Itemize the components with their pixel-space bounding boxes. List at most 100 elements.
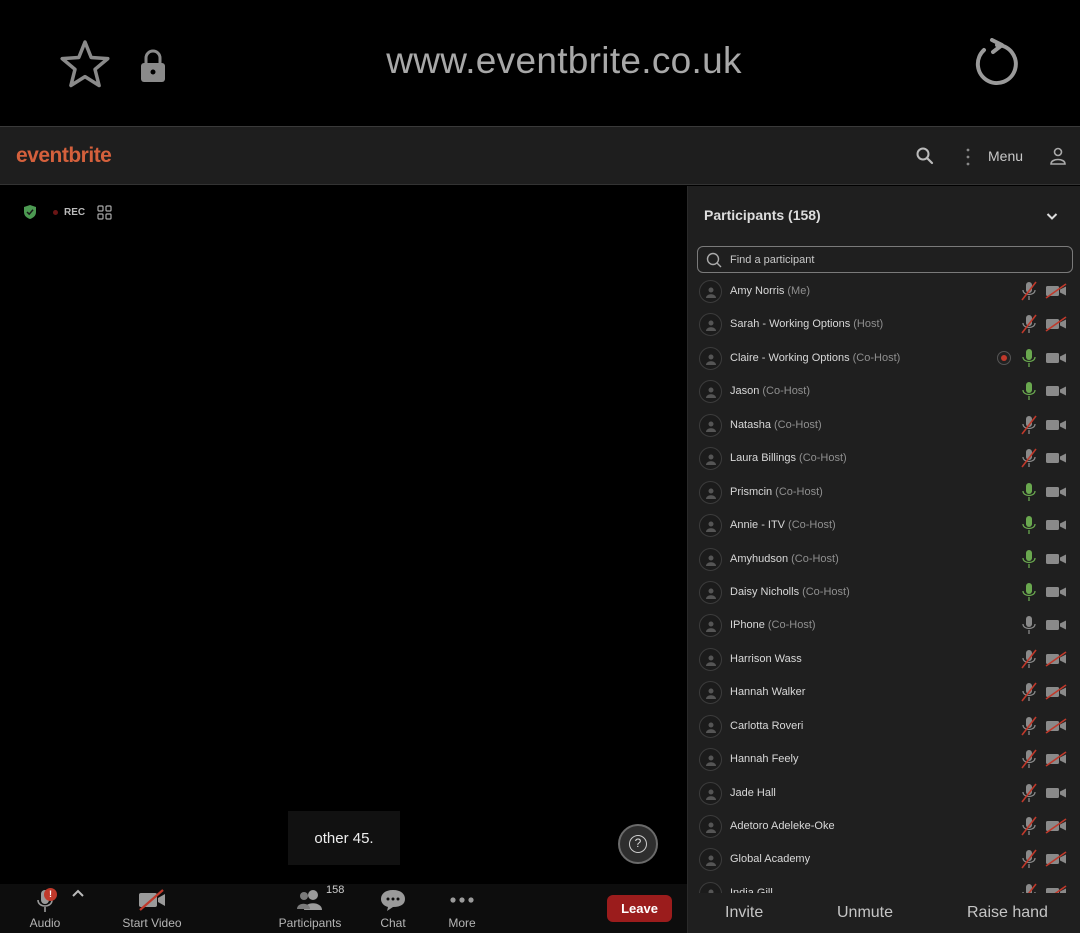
participant-row[interactable]: Jason (Co-Host) bbox=[688, 375, 1080, 408]
participant-row[interactable]: Sarah - Working Options (Host) bbox=[688, 308, 1080, 341]
participant-row[interactable]: India Gill bbox=[688, 877, 1080, 893]
participant-name-text: Jason bbox=[730, 385, 760, 398]
mic-muted-icon[interactable] bbox=[1020, 782, 1038, 804]
reload-icon[interactable] bbox=[970, 38, 1022, 90]
camera-icon[interactable] bbox=[1045, 551, 1067, 567]
camera-icon[interactable] bbox=[1045, 584, 1067, 600]
video-area: REC other 45. ? bbox=[0, 186, 687, 884]
microphone-icon[interactable] bbox=[1020, 548, 1038, 570]
camera-off-icon[interactable] bbox=[1045, 851, 1067, 868]
mic-muted-icon[interactable] bbox=[1020, 681, 1038, 703]
participant-row[interactable]: Prismcin (Co-Host) bbox=[688, 476, 1080, 509]
menu-button[interactable]: Menu bbox=[988, 148, 1023, 164]
mic-muted-icon[interactable] bbox=[1020, 748, 1038, 770]
participant-row[interactable]: Amy Norris (Me) bbox=[688, 275, 1080, 308]
camera-icon[interactable] bbox=[1045, 517, 1067, 533]
camera-icon[interactable] bbox=[1045, 484, 1067, 500]
avatar bbox=[699, 848, 722, 872]
participant-row[interactable]: Carlotta Roveri bbox=[688, 710, 1080, 743]
participant-row[interactable]: Laura Billings (Co-Host) bbox=[688, 442, 1080, 475]
participant-role: (Co-Host) bbox=[802, 585, 850, 598]
camera-off-icon[interactable] bbox=[1045, 316, 1067, 333]
camera-off-icon[interactable] bbox=[1045, 684, 1067, 700]
participant-role: (Co-Host) bbox=[775, 485, 823, 498]
url-text[interactable]: www.eventbrite.co.uk bbox=[0, 40, 1080, 82]
avatar bbox=[699, 748, 722, 772]
microphone-icon[interactable] bbox=[1020, 347, 1038, 369]
mic-muted-icon[interactable] bbox=[1020, 313, 1038, 335]
participant-role: (Host) bbox=[853, 318, 884, 331]
avatar bbox=[699, 815, 722, 838]
participant-name-text: Hannah Walker bbox=[730, 686, 806, 699]
mic-muted-icon[interactable] bbox=[1020, 648, 1038, 670]
mic-muted-icon[interactable] bbox=[1020, 447, 1038, 469]
mic-muted-icon[interactable] bbox=[1020, 280, 1038, 302]
camera-icon[interactable] bbox=[1045, 617, 1067, 633]
raise-hand-button[interactable]: Raise hand bbox=[967, 904, 1048, 922]
camera-icon[interactable] bbox=[1045, 450, 1067, 466]
camera-icon[interactable] bbox=[1045, 417, 1067, 433]
participant-row[interactable]: Claire - Working Options (Co-Host) bbox=[688, 342, 1080, 375]
more-button[interactable]: More bbox=[440, 884, 484, 933]
chevron-down-icon[interactable] bbox=[1046, 212, 1058, 221]
user-icon[interactable] bbox=[1048, 146, 1068, 166]
mic-muted-icon[interactable] bbox=[1020, 414, 1038, 436]
participant-row[interactable]: Annie - ITV (Co-Host) bbox=[688, 509, 1080, 542]
participant-row[interactable]: Daisy Nicholls (Co-Host) bbox=[688, 576, 1080, 609]
avatar bbox=[699, 580, 722, 604]
chat-button[interactable]: Chat bbox=[372, 884, 414, 933]
microphone-icon[interactable] bbox=[1020, 380, 1038, 402]
participant-row[interactable]: Harrison Wass bbox=[688, 643, 1080, 676]
participant-name: Daisy Nicholls (Co-Host) bbox=[730, 586, 850, 598]
camera-off-icon[interactable] bbox=[1045, 818, 1067, 834]
mic-muted-icon[interactable] bbox=[1020, 815, 1038, 837]
invite-button[interactable]: Invite bbox=[725, 904, 763, 922]
participant-row[interactable]: Hannah Feely bbox=[688, 743, 1080, 776]
unmute-button[interactable]: Unmute bbox=[837, 904, 893, 922]
participant-row[interactable]: Adetoro Adeleke-Oke bbox=[688, 810, 1080, 843]
participant-row[interactable]: IPhone (Co-Host) bbox=[688, 609, 1080, 642]
camera-icon[interactable] bbox=[1045, 350, 1067, 366]
camera-icon[interactable] bbox=[1045, 785, 1067, 801]
mic-muted-icon[interactable] bbox=[1020, 848, 1038, 870]
participant-row[interactable]: Natasha (Co-Host) bbox=[688, 409, 1080, 442]
search-icon[interactable] bbox=[915, 146, 935, 166]
participant-row[interactable]: Amyhudson (Co-Host) bbox=[688, 543, 1080, 576]
participant-row[interactable]: Hannah Walker bbox=[688, 676, 1080, 709]
avatar bbox=[699, 714, 722, 738]
kebab-icon[interactable] bbox=[964, 145, 972, 169]
participant-name-text: Annie - ITV bbox=[730, 519, 786, 532]
shield-icon[interactable] bbox=[23, 204, 37, 220]
camera-off-icon[interactable] bbox=[1045, 751, 1067, 767]
participant-row[interactable]: Jade Hall bbox=[688, 777, 1080, 810]
participant-role: (Co-Host) bbox=[788, 519, 836, 532]
participant-search[interactable] bbox=[697, 246, 1073, 273]
participant-name: Adetoro Adeleke-Oke bbox=[730, 820, 835, 832]
mic-muted-icon[interactable] bbox=[1020, 882, 1038, 893]
avatar bbox=[699, 647, 722, 671]
microphone-icon[interactable] bbox=[1020, 581, 1038, 603]
chevron-up-icon[interactable] bbox=[70, 886, 86, 900]
camera-off-icon[interactable] bbox=[1045, 651, 1067, 667]
camera-off-icon[interactable] bbox=[1045, 283, 1067, 299]
leave-button[interactable]: Leave bbox=[607, 895, 672, 922]
panel-title: Participants (158) bbox=[704, 207, 821, 223]
microphone-icon[interactable] bbox=[1020, 614, 1038, 636]
start-video-button[interactable]: Start Video bbox=[117, 884, 187, 933]
camera-off-icon[interactable] bbox=[1045, 718, 1067, 734]
mic-muted-icon[interactable] bbox=[1020, 715, 1038, 737]
camera-off-icon[interactable] bbox=[1045, 885, 1067, 893]
participant-row[interactable]: Global Academy bbox=[688, 843, 1080, 876]
participants-icon bbox=[297, 890, 322, 910]
chat-icon bbox=[381, 890, 405, 911]
help-button[interactable]: ? bbox=[618, 824, 658, 864]
start-video-label: Start Video bbox=[122, 916, 182, 930]
eventbrite-logo[interactable]: eventbrite bbox=[16, 144, 112, 168]
camera-icon[interactable] bbox=[1045, 383, 1067, 399]
grid-view-icon[interactable] bbox=[97, 205, 112, 220]
microphone-icon[interactable] bbox=[1020, 481, 1038, 503]
browser-bar: www.eventbrite.co.uk bbox=[0, 0, 1080, 126]
microphone-icon[interactable] bbox=[1020, 514, 1038, 536]
participant-role: (Co-Host) bbox=[773, 418, 822, 431]
participant-search-input[interactable] bbox=[730, 247, 1060, 272]
